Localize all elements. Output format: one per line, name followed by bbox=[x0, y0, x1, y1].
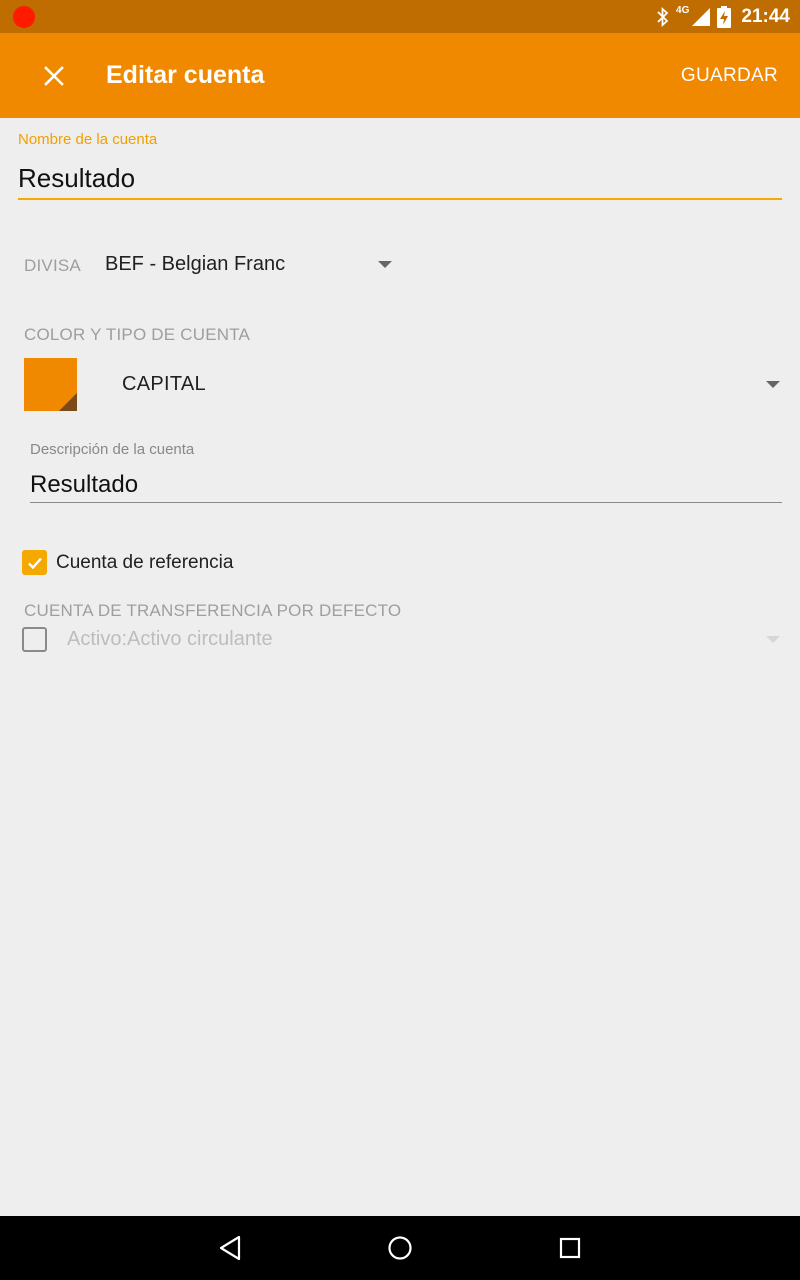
chevron-down-icon bbox=[766, 636, 780, 643]
back-button[interactable] bbox=[200, 1224, 260, 1272]
description-input[interactable] bbox=[30, 467, 782, 503]
placeholder-account-checkbox[interactable] bbox=[22, 550, 47, 575]
chevron-down-icon bbox=[766, 381, 780, 388]
clock: 21:44 bbox=[741, 5, 790, 27]
record-dot-icon bbox=[13, 6, 35, 28]
recents-button[interactable] bbox=[540, 1224, 600, 1272]
currency-value: BEF - Belgian Franc bbox=[105, 253, 286, 275]
swatch-corner bbox=[59, 393, 77, 411]
chevron-down-icon bbox=[378, 261, 392, 268]
color-type-label: COLOR Y TIPO DE CUENTA bbox=[24, 325, 251, 344]
home-nav-icon bbox=[388, 1236, 412, 1260]
status-icons: 4G 21:44 bbox=[656, 0, 790, 33]
currency-label: DIVISA bbox=[24, 256, 81, 275]
checkmark-icon bbox=[27, 557, 42, 569]
signal-icon bbox=[692, 7, 711, 26]
default-transfer-label: CUENTA DE TRANSFERENCIA POR DEFECTO bbox=[24, 601, 402, 620]
close-button[interactable] bbox=[30, 52, 78, 100]
status-bar: 4G 21:44 bbox=[0, 0, 800, 33]
description-label: Descripción de la cuenta bbox=[30, 441, 195, 458]
account-name-input[interactable] bbox=[18, 158, 782, 200]
default-transfer-value: Activo:Activo circulante bbox=[67, 628, 273, 650]
network-type-label: 4G bbox=[676, 5, 690, 16]
account-name-label: Nombre de la cuenta bbox=[18, 131, 158, 148]
close-icon bbox=[44, 66, 64, 86]
navigation-bar bbox=[0, 1216, 800, 1280]
battery-charging-icon bbox=[717, 5, 732, 28]
account-type-value: CAPITAL bbox=[122, 373, 206, 395]
bluetooth-icon bbox=[657, 6, 669, 27]
placeholder-account-label[interactable]: Cuenta de referencia bbox=[56, 552, 233, 574]
default-transfer-checkbox[interactable] bbox=[22, 627, 47, 652]
recents-nav-icon bbox=[559, 1237, 581, 1259]
save-button[interactable]: GUARDAR bbox=[681, 33, 778, 118]
color-swatch[interactable] bbox=[24, 358, 77, 411]
home-button[interactable] bbox=[370, 1224, 430, 1272]
page-title: Editar cuenta bbox=[106, 61, 265, 89]
back-nav-icon bbox=[219, 1235, 241, 1261]
toolbar: Editar cuenta GUARDAR bbox=[0, 33, 800, 118]
